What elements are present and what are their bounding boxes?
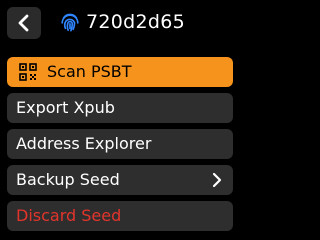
menu-list: Scan PSBT Export Xpub Address Explorer B… (7, 57, 233, 237)
discard-seed-label: Discard Seed (16, 206, 122, 225)
chevron-left-icon (18, 14, 29, 32)
scan-psbt-label: Scan PSBT (47, 62, 132, 81)
back-button[interactable] (7, 7, 41, 39)
discard-seed-button[interactable]: Discard Seed (7, 201, 233, 231)
address-explorer-label: Address Explorer (16, 134, 152, 153)
scan-psbt-button[interactable]: Scan PSBT (7, 57, 233, 87)
fingerprint-icon (61, 13, 79, 32)
address-explorer-button[interactable]: Address Explorer (7, 129, 233, 159)
export-xpub-label: Export Xpub (16, 98, 115, 117)
top-nav: 720d2d65 (0, 0, 240, 48)
backup-seed-label: Backup Seed (16, 170, 120, 189)
chevron-right-icon (212, 172, 222, 188)
page-title: 720d2d65 (86, 11, 186, 33)
export-xpub-button[interactable]: Export Xpub (7, 93, 233, 123)
backup-seed-button[interactable]: Backup Seed (7, 165, 233, 195)
qr-code-icon (19, 63, 37, 81)
